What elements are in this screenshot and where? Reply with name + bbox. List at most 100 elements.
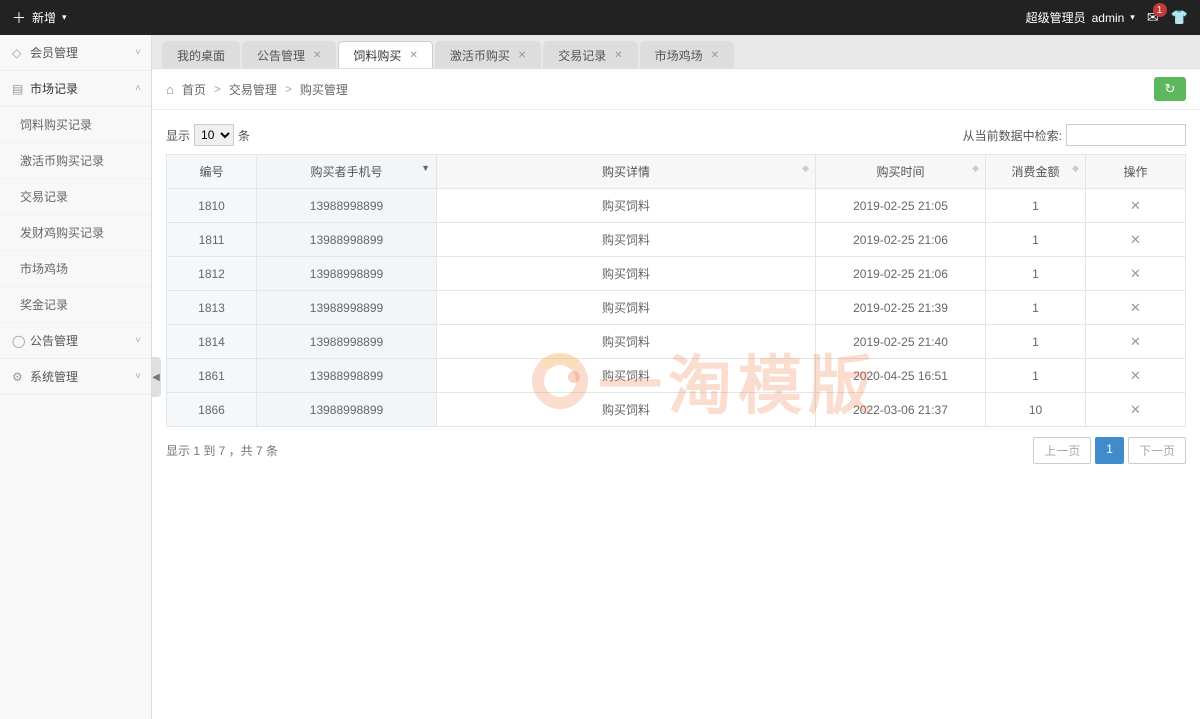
- refresh-icon: ↻: [1165, 81, 1176, 97]
- sidebar-group-system[interactable]: ⚙系统管理 ˅: [0, 359, 151, 395]
- tab-label: 交易记录: [558, 47, 606, 64]
- user-menu[interactable]: 超级管理员 admin ▾: [1026, 9, 1135, 26]
- cell-phone: 13988998899: [257, 393, 437, 427]
- cell-amount: 1: [986, 257, 1086, 291]
- table-row: 181113988998899购买饲料2019-02-25 21:061✕: [167, 223, 1186, 257]
- col-header-detail[interactable]: 购买详情◆: [437, 155, 816, 189]
- col-header-time[interactable]: 购买时间◆: [816, 155, 986, 189]
- breadcrumb: ⌂首页>交易管理>购买管理: [166, 81, 348, 98]
- cell-time: 2020-04-25 16:51: [816, 359, 986, 393]
- cell-time: 2019-02-25 21:06: [816, 223, 986, 257]
- tab-close-icon[interactable]: ✕: [518, 50, 526, 61]
- sidebar-item[interactable]: 饲料购买记录: [0, 107, 151, 143]
- add-new-button[interactable]: ＋ 新增 ▾: [12, 8, 67, 28]
- add-new-label: 新增: [32, 9, 56, 26]
- sort-icon: ◆: [972, 163, 979, 174]
- sidebar-item[interactable]: 交易记录: [0, 179, 151, 215]
- tab-close-icon[interactable]: ✕: [711, 50, 719, 61]
- sidebar-item[interactable]: 市场鸡场: [0, 251, 151, 287]
- tab-close-icon[interactable]: ✕: [409, 50, 417, 61]
- delete-button[interactable]: ✕: [1130, 198, 1141, 213]
- cell-phone: 13988998899: [257, 359, 437, 393]
- cell-id: 1813: [167, 291, 257, 325]
- sidebar-item-label: 发财鸡购买记录: [20, 224, 104, 241]
- tab-label: 饲料购买: [353, 47, 401, 64]
- tab[interactable]: 市场鸡场✕: [640, 41, 734, 68]
- cell-action: ✕: [1086, 325, 1186, 359]
- tab-label: 我的桌面: [177, 47, 225, 64]
- cell-time: 2019-02-25 21:40: [816, 325, 986, 359]
- cell-amount: 1: [986, 223, 1086, 257]
- topbar: ＋ 新增 ▾ 超级管理员 admin ▾ ✉ 1 👕: [0, 0, 1200, 35]
- chevron-down-icon: ▾: [1130, 12, 1135, 23]
- page-size-select[interactable]: 10: [194, 124, 234, 146]
- main-content: ◀ 我的桌面公告管理✕饲料购买✕激活币购买✕交易记录✕市场鸡场✕ ⌂首页>交易管…: [152, 35, 1200, 719]
- show-prefix: 显示: [166, 127, 190, 144]
- theme-button[interactable]: 👕: [1171, 9, 1188, 26]
- sidebar-item-label: 交易记录: [20, 188, 68, 205]
- tab-label: 激活币购买: [450, 47, 510, 64]
- sidebar-item[interactable]: 奖金记录: [0, 287, 151, 323]
- chevron-down-icon: ˅: [135, 47, 141, 58]
- cell-action: ✕: [1086, 393, 1186, 427]
- table-footer: 显示 1 到 7 ，共 7 条 上一页1下一页: [166, 437, 1186, 464]
- sidebar-group-market[interactable]: ▤市场记录˄: [0, 71, 151, 107]
- plus-icon: ＋: [12, 8, 26, 28]
- user-name: admin: [1092, 11, 1125, 25]
- cell-time: 2019-02-25 21:05: [816, 189, 986, 223]
- col-header-amount[interactable]: 消费金额◆: [986, 155, 1086, 189]
- search-label: 从当前数据中检索:: [963, 127, 1062, 144]
- mail-button[interactable]: ✉ 1: [1147, 9, 1159, 26]
- breadcrumb-item[interactable]: 交易管理: [229, 81, 277, 98]
- tab[interactable]: 我的桌面: [162, 41, 240, 68]
- sidebar-group-member[interactable]: ◇会员管理˅: [0, 35, 151, 71]
- delete-button[interactable]: ✕: [1130, 368, 1141, 383]
- search-input[interactable]: [1066, 124, 1186, 146]
- gear-icon: ⚙: [12, 370, 30, 384]
- pagination-page[interactable]: 1: [1095, 437, 1124, 464]
- breadcrumb-item[interactable]: 首页: [182, 81, 206, 98]
- cell-phone: 13988998899: [257, 257, 437, 291]
- sidebar-collapse-handle[interactable]: ◀: [152, 357, 161, 397]
- delete-button[interactable]: ✕: [1130, 334, 1141, 349]
- cell-detail: 购买饲料: [437, 393, 816, 427]
- cell-detail: 购买饲料: [437, 257, 816, 291]
- breadcrumb-row: ⌂首页>交易管理>购买管理 ↻: [152, 69, 1200, 110]
- cell-detail: 购买饲料: [437, 359, 816, 393]
- tab[interactable]: 公告管理✕: [242, 41, 336, 68]
- user-icon: ◇: [12, 46, 30, 60]
- sidebar-item-label: 奖金记录: [20, 296, 68, 313]
- cell-id: 1812: [167, 257, 257, 291]
- cell-action: ✕: [1086, 359, 1186, 393]
- sidebar-item[interactable]: 发财鸡购买记录: [0, 215, 151, 251]
- shirt-icon: 👕: [1171, 9, 1188, 25]
- sidebar-group-notice[interactable]: ◯公告管理˅: [0, 323, 151, 359]
- cell-id: 1814: [167, 325, 257, 359]
- cell-detail: 购买饲料: [437, 291, 816, 325]
- sort-icon: ◆: [1072, 163, 1079, 174]
- home-icon: ⌂: [166, 82, 174, 97]
- chevron-down-icon: ˅: [135, 371, 141, 382]
- table-row: 181413988998899购买饲料2019-02-25 21:401✕: [167, 325, 1186, 359]
- cell-id: 1810: [167, 189, 257, 223]
- sidebar-item[interactable]: 激活币购买记录: [0, 143, 151, 179]
- delete-button[interactable]: ✕: [1130, 300, 1141, 315]
- cell-detail: 购买饲料: [437, 189, 816, 223]
- delete-button[interactable]: ✕: [1130, 266, 1141, 281]
- delete-button[interactable]: ✕: [1130, 232, 1141, 247]
- tab-close-icon[interactable]: ✕: [614, 50, 622, 61]
- table-row: 186613988998899购买饲料2022-03-06 21:3710✕: [167, 393, 1186, 427]
- tab[interactable]: 饲料购买 ✕: [338, 41, 432, 68]
- tab-close-icon[interactable]: ✕: [313, 50, 321, 61]
- doc-icon: ▤: [12, 82, 30, 96]
- sidebar-group-label: 系统管理: [30, 368, 78, 385]
- delete-button[interactable]: ✕: [1130, 402, 1141, 417]
- cell-time: 2019-02-25 21:39: [816, 291, 986, 325]
- table-row: 181313988998899购买饲料2019-02-25 21:391✕: [167, 291, 1186, 325]
- refresh-button[interactable]: ↻: [1154, 77, 1186, 101]
- tab[interactable]: 激活币购买 ✕: [435, 41, 541, 68]
- tab[interactable]: 交易记录 ✕: [543, 41, 637, 68]
- cell-detail: 购买饲料: [437, 325, 816, 359]
- col-header-phone[interactable]: 购买者手机号▼: [257, 155, 437, 189]
- col-header-id[interactable]: 编号: [167, 155, 257, 189]
